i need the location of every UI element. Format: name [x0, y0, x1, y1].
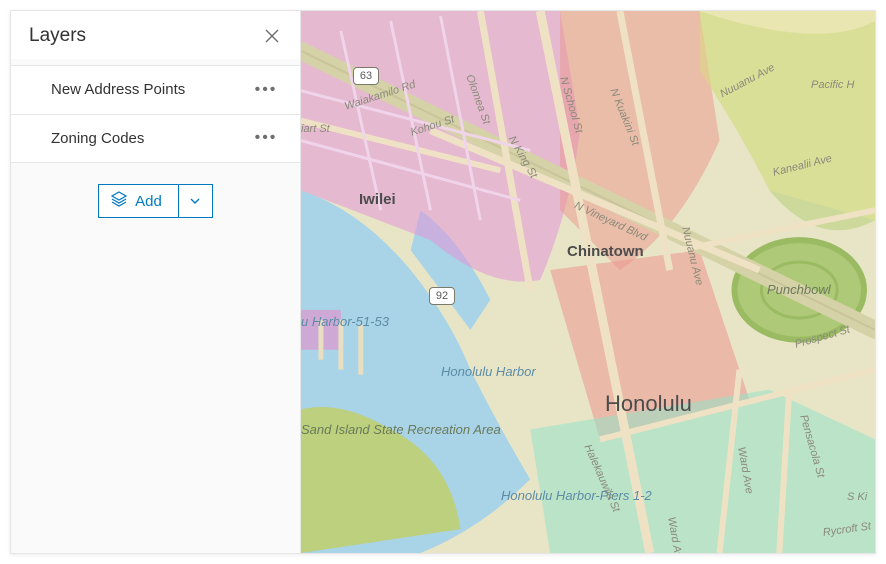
panel-header: Layers — [11, 11, 300, 59]
layers-panel: Layers New Address Points ••• Zoning Cod… — [11, 11, 301, 553]
add-dropdown-button[interactable] — [179, 184, 213, 218]
add-button-group: Add — [98, 184, 213, 218]
close-icon[interactable] — [262, 26, 282, 46]
panel-title: Layers — [29, 25, 86, 47]
app-frame: Layers New Address Points ••• Zoning Cod… — [10, 10, 876, 554]
add-button-label: Add — [135, 193, 162, 210]
route-shield: 63 — [353, 67, 379, 85]
more-icon[interactable]: ••• — [254, 129, 278, 147]
add-row: Add — [11, 162, 300, 240]
layer-item[interactable]: New Address Points ••• — [11, 65, 300, 115]
map-canvas[interactable]: 63 92 Iwilei Chinatown Honolulu Punchbow… — [301, 11, 875, 553]
add-layer-button[interactable]: Add — [98, 184, 179, 218]
layers-icon — [111, 191, 127, 211]
layer-label: New Address Points — [51, 80, 185, 100]
map-svg — [301, 11, 875, 553]
route-shield: 92 — [429, 287, 455, 305]
layer-list: New Address Points ••• Zoning Codes ••• — [11, 59, 300, 162]
layer-label: Zoning Codes — [51, 129, 144, 149]
more-icon[interactable]: ••• — [254, 81, 278, 99]
chevron-down-icon — [190, 198, 200, 204]
layer-item[interactable]: Zoning Codes ••• — [11, 114, 300, 164]
